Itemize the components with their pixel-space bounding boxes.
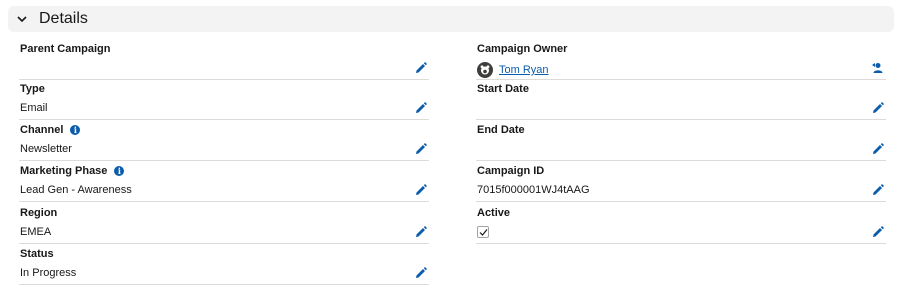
field-label: Region xyxy=(20,207,58,219)
field-label: End Date xyxy=(477,124,525,136)
field-value: EMEA xyxy=(20,226,52,238)
field-value: Email xyxy=(20,102,48,114)
checkmark-icon xyxy=(479,228,487,236)
field-marketing-phase: Marketing Phase i Lead Gen - Awareness xyxy=(19,162,429,202)
info-icon[interactable]: i xyxy=(114,166,125,176)
field-label: Parent Campaign xyxy=(20,43,111,55)
field-value xyxy=(477,226,489,238)
pencil-icon[interactable] xyxy=(872,143,884,155)
active-checkbox[interactable] xyxy=(477,226,489,238)
info-icon[interactable]: i xyxy=(70,125,81,135)
chevron-down-icon xyxy=(16,12,30,26)
field-campaign-id: Campaign ID 7015f000001WJ4tAAG xyxy=(476,162,886,202)
field-label: Campaign ID xyxy=(477,165,545,177)
field-end-date: End Date xyxy=(476,121,886,161)
pencil-icon[interactable] xyxy=(872,226,884,238)
field-channel: Channel i Newsletter xyxy=(19,121,429,161)
field-value: In Progress xyxy=(20,267,77,279)
pencil-icon[interactable] xyxy=(415,62,427,74)
field-label: Active xyxy=(477,207,511,219)
section-title: Details xyxy=(39,10,88,27)
field-parent-campaign: Parent Campaign xyxy=(19,40,429,80)
owner-link[interactable]: Tom Ryan xyxy=(499,64,549,76)
field-label: Campaign Owner xyxy=(477,43,568,55)
field-region: Region EMEA xyxy=(19,204,429,244)
field-campaign-owner: Campaign Owner Tom Ryan xyxy=(476,40,886,80)
details-section-header[interactable]: Details xyxy=(8,6,894,32)
pencil-icon[interactable] xyxy=(872,184,884,196)
field-type: Type Email xyxy=(19,80,429,120)
field-active: Active xyxy=(476,204,886,244)
pencil-icon[interactable] xyxy=(415,184,427,196)
pencil-icon[interactable] xyxy=(415,267,427,279)
pencil-icon[interactable] xyxy=(415,226,427,238)
field-label: Status xyxy=(20,248,54,260)
field-value: Newsletter xyxy=(20,143,72,155)
field-value: 7015f000001WJ4tAAG xyxy=(477,184,590,196)
pencil-icon[interactable] xyxy=(415,143,427,155)
change-owner-icon[interactable] xyxy=(872,62,884,74)
field-status: Status In Progress xyxy=(19,245,429,285)
pencil-icon[interactable] xyxy=(872,102,884,114)
field-value: Lead Gen - Awareness xyxy=(20,184,132,196)
field-label: Channel i xyxy=(20,124,81,136)
avatar xyxy=(477,62,493,78)
field-label: Marketing Phase i xyxy=(20,165,125,177)
field-value: Tom Ryan xyxy=(477,62,549,78)
pencil-icon[interactable] xyxy=(415,102,427,114)
field-label: Start Date xyxy=(477,83,529,95)
user-icon xyxy=(480,65,490,75)
field-start-date: Start Date xyxy=(476,80,886,120)
field-label: Type xyxy=(20,83,45,95)
